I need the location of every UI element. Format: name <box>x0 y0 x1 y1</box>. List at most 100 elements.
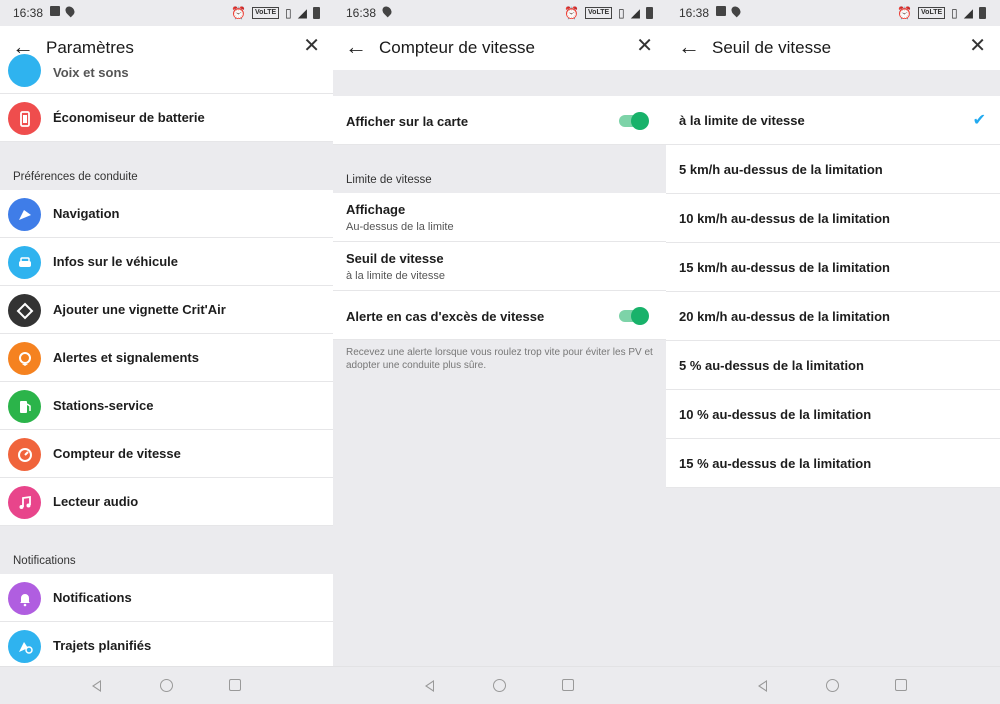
system-nav-bar <box>0 666 334 704</box>
battery-saver-icon <box>8 102 41 135</box>
list-item-label: Trajets planifiés <box>53 638 152 653</box>
display-row[interactable]: Affichage Au-dessus de la limite <box>333 193 667 242</box>
section-header-speed-limit: Limite de vitesse <box>333 145 667 193</box>
close-icon[interactable]: ✕ <box>969 35 986 57</box>
alarm-icon: ⏰ <box>231 6 247 20</box>
speed-alert-hint: Recevez une alerte lorsque vous roulez t… <box>346 347 653 371</box>
system-nav-bar <box>333 666 667 704</box>
list-item-fuel[interactable]: Stations-service <box>0 382 334 430</box>
list-item-car[interactable]: Infos sur le véhicule <box>0 238 334 286</box>
check-icon: ✔ <box>972 112 986 129</box>
battery-icon <box>313 7 320 19</box>
list-item-voice[interactable]: Voix et sons <box>0 54 334 94</box>
show-on-map-toggle[interactable] <box>619 112 649 130</box>
list-item-critair[interactable]: Ajouter une vignette Crit'Air <box>0 286 334 334</box>
list-item-music[interactable]: Lecteur audio <box>0 478 334 526</box>
car-icon <box>8 246 41 279</box>
threshold-option[interactable]: 5 km/h au-dessus de la limitation <box>666 145 1000 194</box>
close-icon[interactable]: ✕ <box>636 35 653 57</box>
back-arrow-icon[interactable]: ← <box>345 36 367 58</box>
section-title: Notifications <box>13 555 76 567</box>
app-bar: ← Compteur de vitesse ✕ <box>333 26 667 70</box>
list-item-speedometer[interactable]: Compteur de vitesse <box>0 430 334 478</box>
nav-back-icon[interactable] <box>758 680 767 692</box>
list-item-label: Stations-service <box>53 398 154 413</box>
display-value: Au-dessus de la limite <box>346 221 454 233</box>
settings-list: Voix et sons Économiseur de batterie Pré… <box>0 54 334 670</box>
signal-icon: ◢ <box>630 6 640 20</box>
list-item-label: Notifications <box>53 590 132 605</box>
critair-icon <box>8 294 41 327</box>
list-item-planned-trips[interactable]: Trajets planifiés <box>0 622 334 670</box>
sound-icon <box>8 54 41 87</box>
nav-recent-icon[interactable] <box>229 679 241 691</box>
list-item-bell[interactable]: Notifications <box>0 574 334 622</box>
show-on-map-row[interactable]: Afficher sur la carte <box>333 96 667 145</box>
nav-home-icon[interactable] <box>826 679 839 692</box>
nav-back-icon[interactable] <box>92 680 101 692</box>
threshold-option-label: 15 km/h au-dessus de la limitation <box>679 260 890 275</box>
list-item-label: Voix et sons <box>53 65 129 80</box>
system-nav-bar <box>666 666 1000 704</box>
threshold-options: à la limite de vitesse ✔ 5 km/h au-dessus … <box>666 70 1000 488</box>
vibrate-icon: ▯ <box>618 6 625 20</box>
location-icon <box>63 4 77 18</box>
nav-home-icon[interactable] <box>493 679 506 692</box>
nav-recent-icon[interactable] <box>895 679 907 691</box>
threshold-option[interactable]: 15 km/h au-dessus de la limitation <box>666 243 1000 292</box>
page-title: Seuil de vitesse <box>712 38 832 57</box>
threshold-option-label: 20 km/h au-dessus de la limitation <box>679 309 890 324</box>
threshold-option[interactable]: 20 km/h au-dessus de la limitation <box>666 292 1000 341</box>
fuel-icon <box>8 390 41 423</box>
planned-trips-icon <box>8 630 41 663</box>
threshold-option[interactable]: 15 % au-dessus de la limitation <box>666 439 1000 488</box>
threshold-value: à la limite de vitesse <box>346 270 446 282</box>
vibrate-icon: ▯ <box>285 6 292 20</box>
close-icon[interactable]: ✕ <box>303 35 320 57</box>
display-label: Affichage <box>346 202 406 217</box>
threshold-option-label: 10 km/h au-dessus de la limitation <box>679 211 890 226</box>
nav-back-icon[interactable] <box>425 680 434 692</box>
volte-icon: VoLTE <box>918 7 946 19</box>
list-item-alert[interactable]: Alertes et signalements <box>0 334 334 382</box>
image-icon <box>716 6 726 16</box>
app-bar: ← Seuil de vitesse ✕ <box>666 26 1000 70</box>
bell-icon <box>8 582 41 615</box>
page-title: Paramètres <box>46 38 134 57</box>
vibrate-icon: ▯ <box>951 6 958 20</box>
status-bar: 16:38 ⏰ VoLTE ▯ ◢ <box>0 0 334 26</box>
battery-icon <box>979 7 986 19</box>
volte-icon: VoLTE <box>252 7 280 19</box>
list-item-label: Lecteur audio <box>53 494 139 509</box>
signal-icon: ◢ <box>963 6 973 20</box>
speed-alert-label: Alerte en cas d'excès de vitesse <box>346 309 545 324</box>
list-item-label: Ajouter une vignette Crit'Air <box>53 302 226 317</box>
back-arrow-icon[interactable]: ← <box>678 36 700 58</box>
threshold-option[interactable]: à la limite de vitesse ✔ <box>666 96 1000 145</box>
alert-icon <box>8 342 41 375</box>
status-time: 16:38 <box>679 6 710 20</box>
nav-home-icon[interactable] <box>160 679 173 692</box>
threshold-option[interactable]: 10 km/h au-dessus de la limitation <box>666 194 1000 243</box>
list-item-label: Alertes et signalements <box>53 350 199 365</box>
speed-alert-toggle[interactable] <box>619 307 649 325</box>
status-bar: 16:38 ⏰ VoLTE ▯ ◢ <box>666 0 1000 26</box>
threshold-option-label: 10 % au-dessus de la limitation <box>679 407 872 422</box>
app-bar: ← Paramètres ✕ <box>0 26 334 70</box>
section-header-notifications: Notifications <box>0 526 334 574</box>
threshold-row[interactable]: Seuil de vitesse à la limite de vitesse <box>333 242 667 291</box>
threshold-option[interactable]: 10 % au-dessus de la limitation <box>666 390 1000 439</box>
speed-alert-row[interactable]: Alerte en cas d'excès de vitesse <box>333 291 667 340</box>
location-icon <box>380 4 394 18</box>
list-item-label: Infos sur le véhicule <box>53 254 178 269</box>
list-item-battery-saver[interactable]: Économiseur de batterie <box>0 94 334 142</box>
list-item-navigation[interactable]: Navigation <box>0 190 334 238</box>
status-time: 16:38 <box>346 6 377 20</box>
threshold-option[interactable]: 5 % au-dessus de la limitation <box>666 341 1000 390</box>
speedometer-screen: 16:38 ⏰ VoLTE ▯ ◢ ← Compteur de vitesse ✕ A… <box>333 0 667 704</box>
section-header-driving: Préférences de conduite <box>0 142 334 190</box>
threshold-label: Seuil de vitesse <box>346 251 444 266</box>
navigation-icon <box>8 198 41 231</box>
music-icon <box>8 486 41 519</box>
nav-recent-icon[interactable] <box>562 679 574 691</box>
